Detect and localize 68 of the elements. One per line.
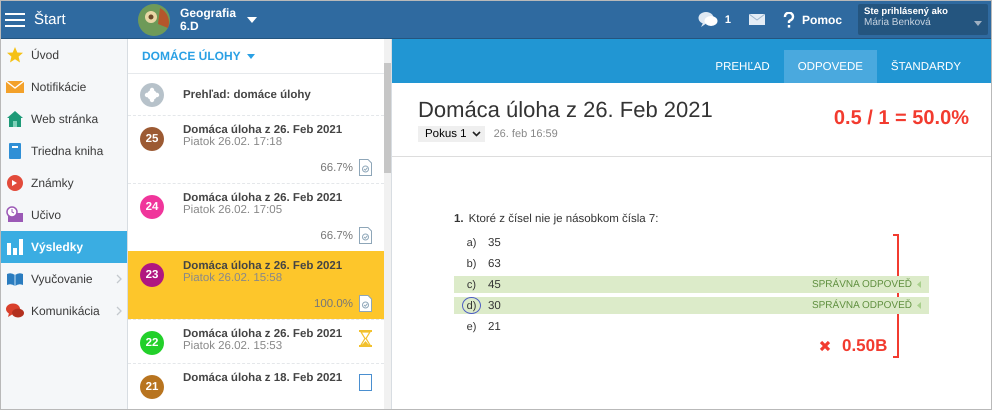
monitor-clock-icon	[6, 206, 24, 224]
chevron-icon	[472, 131, 481, 137]
menu-icon	[5, 12, 25, 28]
sidebar-item[interactable]: Web stránka	[1, 103, 127, 135]
chat-icon	[698, 11, 718, 28]
sidebar-item[interactable]: Vyučovanie	[1, 263, 127, 295]
caret-icon	[974, 21, 982, 26]
question-points: 0.50B	[842, 336, 888, 356]
house-icon	[6, 110, 24, 128]
course-selector[interactable]: Geografia 6.D	[138, 4, 258, 36]
sidebar-item[interactable]: Notifikácie	[1, 71, 127, 103]
option-value: 30	[488, 300, 502, 312]
scrollbar[interactable]	[384, 39, 391, 409]
number-badge: 24	[140, 195, 164, 219]
sidebar-item[interactable]: Známky	[1, 167, 127, 199]
number-badge: 22	[140, 331, 164, 355]
open-book-icon	[6, 270, 24, 288]
score-text: 66.7%	[320, 230, 353, 242]
overview-item[interactable]: Prehľad: domáce úlohy	[128, 74, 384, 115]
speech-bubbles-icon	[6, 302, 24, 320]
sidebar-item[interactable]: Komunikácia	[1, 295, 127, 327]
course-image	[138, 4, 170, 36]
bar-chart-icon	[6, 238, 24, 256]
correct-answer-label: SPRÁVNA ODPOVEĎ	[812, 300, 912, 311]
sidebar-item[interactable]: Učivo	[1, 199, 127, 231]
hourglass-icon	[359, 330, 372, 347]
option-letter: c)	[466, 278, 478, 292]
option-letter: e)	[466, 320, 478, 334]
envelope-icon	[748, 14, 765, 25]
triangle-icon	[917, 302, 921, 309]
attempt-date: 26. feb 16:59	[494, 128, 558, 140]
mail-button[interactable]	[748, 14, 765, 25]
homework-item[interactable]: 23 Domáca úloha z 26. Feb 2021 Piatok 26.02. 15:58 100.0%	[128, 251, 384, 319]
notebook-icon	[6, 142, 24, 160]
option-value: 45	[488, 278, 502, 290]
start-menu-button[interactable]: Štart	[1, 1, 128, 38]
number-badge: 21	[140, 375, 164, 399]
question-number: 1.	[454, 213, 464, 225]
document-check-icon	[359, 227, 372, 244]
number-badge: 23	[140, 263, 164, 287]
correct-answer-label: SPRÁVNA ODPOVEĎ	[812, 279, 912, 290]
star-icon	[6, 46, 24, 64]
document-question-icon	[359, 374, 372, 391]
triangle-icon	[917, 281, 921, 288]
score-text: 100.0%	[314, 298, 353, 310]
caret-icon	[246, 54, 255, 58]
option-letter: a)	[466, 236, 478, 250]
option-value: 63	[488, 258, 502, 270]
user-dropdown[interactable]: Ste prihlásený ako Mária Benková	[858, 4, 988, 35]
attempt-dropdown[interactable]: Pokus 1	[418, 126, 485, 142]
sidebar-item[interactable]: Úvod	[1, 39, 127, 71]
option-value: 35	[488, 236, 502, 248]
homework-title: Domáca úloha z 26. Feb 2021	[418, 97, 714, 123]
option-letter: d)	[462, 297, 481, 314]
option-letter: b)	[466, 256, 478, 272]
messages-button[interactable]: 1	[698, 11, 731, 28]
score-text: 66.7%	[320, 162, 353, 174]
document-check-icon	[359, 295, 372, 312]
caret-icon	[246, 16, 258, 24]
sidebar-item[interactable]: Triedna kniha	[1, 135, 127, 167]
question-text: Ktoré z čísel nie je násobkom čísla 7:	[468, 213, 658, 225]
question-mark-icon	[782, 12, 795, 28]
option-value: 21	[488, 320, 502, 332]
document-check-icon	[359, 159, 372, 176]
help-button[interactable]: Pomoc	[782, 12, 842, 28]
number-badge: 25	[140, 127, 164, 151]
envelope-icon	[6, 78, 24, 96]
total-score: 0.5 / 1 = 50.0%	[834, 106, 969, 131]
